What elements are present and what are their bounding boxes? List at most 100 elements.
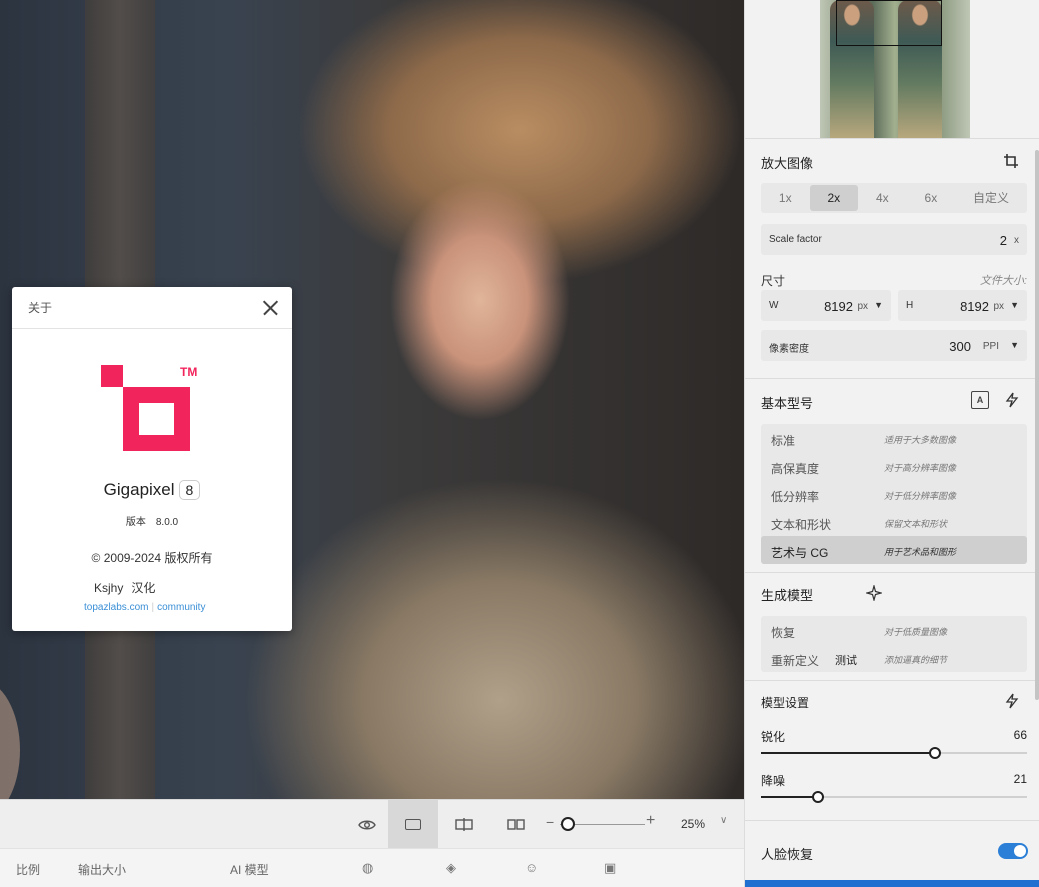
list-item[interactable]: 低分辨率 对于低分辨率图像 [761,480,1027,508]
scale-factor-label: Scale factor [769,234,822,245]
list-item-selected[interactable]: 艺术与 CG 用于艺术品和图形 [761,536,1027,564]
pixel-density-unit: PPI [982,341,999,352]
adjacent-figure [0,680,20,799]
chevron-down-icon[interactable]: ∨ [720,815,727,826]
sharpen-slider[interactable] [761,747,1027,759]
upscale-title: 放大图像 [761,156,814,171]
translator-credit: Ksjhy 汉化 [94,579,155,596]
width-value[interactable]: 8192 [824,299,853,314]
divider [745,138,1039,139]
scale-options: 1x 2x 4x 6x 自定义 [761,183,1027,213]
height-value[interactable]: 8192 [960,299,989,314]
scale-option-4x[interactable]: 4x [858,185,907,211]
scale-option-2x[interactable]: 2x [809,185,859,211]
copyright-text: © 2009-2024 版权所有 [91,551,213,565]
width-unit-dropdown-icon[interactable]: ▼ [874,300,883,310]
height-unit: px [993,301,1004,312]
height-field[interactable]: H 8192 px ▼ [898,290,1027,321]
zoom-out-icon[interactable]: − [546,814,554,830]
list-item[interactable]: 恢复 对于低质量图像 [761,616,1027,644]
pixel-density-value[interactable]: 300 [949,339,971,354]
model-desc: 对于高分辨率图像 [884,463,957,473]
scale-option-6x[interactable]: 6x [907,185,956,211]
version-line: 版本 8.0.0 [12,513,292,528]
height-unit-dropdown-icon[interactable]: ▼ [1010,300,1019,310]
translator-name: Ksjhy [94,581,124,595]
width-field[interactable]: W 8192 px ▼ [761,290,891,321]
divider [745,572,1039,573]
scale-factor-value[interactable]: 2 [1000,233,1007,248]
model-name: 高保真度 [771,462,820,476]
sharpen-slider-fill [761,752,935,754]
status-bar: 比例 输出大小 AI 模型 ◍ ◈ ☺ ▣ [0,848,744,887]
app-name: Gigapixel 8 [12,480,292,500]
community-link[interactable]: community [157,602,205,613]
zoom-slider-thumb[interactable] [561,817,575,831]
model-name: 标准 [771,434,796,448]
denoise-label: 降噪 [761,774,786,788]
close-icon[interactable] [260,298,280,318]
model-desc: 对于低分辨率图像 [884,491,957,501]
split-view-button[interactable] [441,800,487,849]
export-button-edge[interactable] [745,880,1039,887]
sharpen-label: 锐化 [761,730,786,744]
version-label: 版本 [125,517,146,528]
model-name: 低分辨率 [771,490,820,504]
denoise-slider[interactable] [761,791,1027,803]
preview-eye-button[interactable] [344,800,390,849]
view-toolbar: − + 25% ∨ [0,799,744,849]
model-desc: 保留文本和形状 [884,519,948,529]
model-name: 艺术与 CG [771,546,829,560]
gigapixel-logo: TM [101,365,201,455]
list-item[interactable]: 高保真度 对于高分辨率图像 [761,452,1027,480]
navigator-thumbnail[interactable] [820,0,970,138]
link-separator: | [151,602,155,613]
status-ai-model: AI 模型 [230,863,269,877]
settings-panel: 放大图像 1x 2x 4x 6x 自定义 Scale factor 2 x 尺寸… [744,0,1039,887]
divider [745,820,1039,821]
smiley-icon[interactable]: ☺ [525,861,538,874]
sharpen-slider-thumb[interactable] [929,747,941,759]
compare-models-icon[interactable]: A [971,391,989,409]
app-name-text: Gigapixel [103,480,175,499]
crop-icon[interactable] [1002,152,1020,170]
trademark-label: TM [180,365,198,379]
version-badge: 8 [178,480,201,500]
list-item[interactable]: 标准 适用于大多数图像 [761,424,1027,452]
scale-factor-field[interactable]: Scale factor 2 x [761,224,1027,255]
status-output-size: 输出大小 [78,863,127,877]
model-desc: 用于艺术品和图形 [884,547,957,557]
zoom-value[interactable]: 25% [681,817,705,831]
denoise-value: 21 [1013,772,1027,786]
translator-note: 汉化 [131,581,156,595]
eye-icon [358,820,376,829]
scale-option-1x[interactable]: 1x [761,185,810,211]
website-link[interactable]: topazlabs.com [84,602,148,613]
zoom-in-icon[interactable]: + [646,812,655,830]
side-by-side-button[interactable] [493,800,539,849]
viewport-rectangle[interactable] [836,0,942,46]
pixel-density-field[interactable]: 像素密度 300 PPI ▼ [761,330,1027,361]
split-view-icon [455,818,473,831]
sparkle-icon[interactable] [865,584,883,602]
file-size-label: 文件大小: [979,275,1027,287]
density-unit-dropdown-icon[interactable]: ▼ [1010,340,1019,350]
list-item[interactable]: 文本和形状 保留文本和形状 [761,508,1027,536]
droplet-icon[interactable]: ◈ [446,861,459,874]
face-recovery-toggle[interactable] [998,843,1028,859]
lightning-icon[interactable] [1003,692,1021,710]
height-label: H [906,300,914,311]
scale-option-custom[interactable]: 自定义 [955,185,1027,211]
denoise-slider-thumb[interactable] [812,791,824,803]
list-item[interactable]: 重新定义 测试 添加逼真的细节 [761,644,1027,672]
model-desc: 对于低质量图像 [884,627,948,637]
color-wheel-icon[interactable]: ◍ [362,861,375,874]
model-name: 重新定义 [771,654,820,668]
lightning-icon[interactable] [1003,391,1021,409]
model-desc: 适用于大多数图像 [884,435,957,445]
single-view-button[interactable] [388,800,438,849]
model-settings-title: 模型设置 [761,696,810,710]
shapes-icon[interactable]: ▣ [604,861,617,874]
width-label: W [769,300,779,311]
panel-scrollbar[interactable] [1035,150,1039,700]
